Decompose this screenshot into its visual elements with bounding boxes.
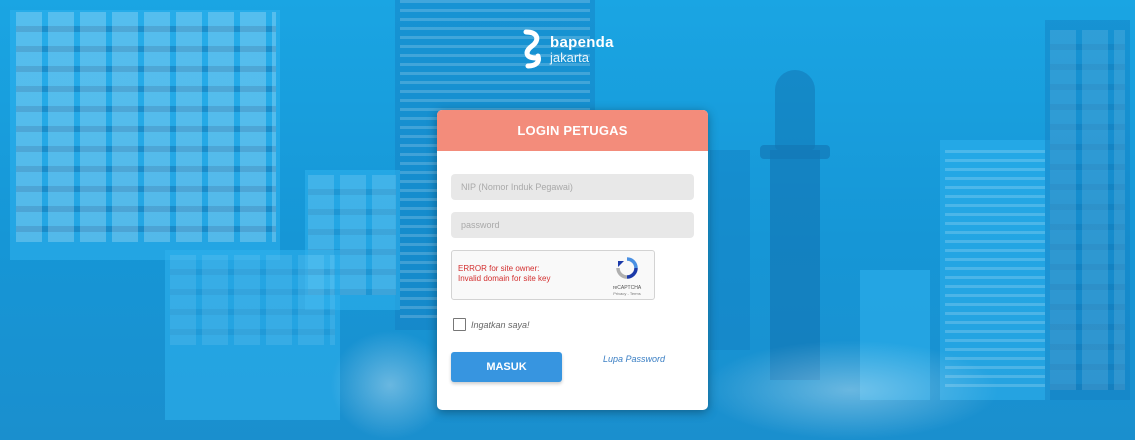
recaptcha-error-line1: ERROR for site owner: bbox=[458, 264, 540, 273]
recaptcha-icon bbox=[616, 257, 638, 279]
brand-logo: bapenda jakarta bbox=[522, 28, 614, 72]
bapenda-logo-icon bbox=[523, 29, 541, 69]
password-input[interactable] bbox=[451, 212, 694, 238]
fountain-left bbox=[330, 330, 450, 440]
remember-checkbox[interactable] bbox=[453, 318, 466, 331]
login-title: LOGIN PETUGAS bbox=[437, 110, 708, 151]
building-right-3-windows bbox=[1050, 30, 1125, 390]
building-right-1 bbox=[710, 150, 750, 350]
remember-me[interactable]: Ingatkan saya! bbox=[453, 318, 530, 331]
fountain-right bbox=[700, 340, 1000, 440]
building-left-windows bbox=[16, 12, 276, 242]
recaptcha-error: ERROR for site owner: Invalid domain for… bbox=[458, 264, 551, 284]
recaptcha-links[interactable]: Privacy - Terms bbox=[606, 291, 648, 296]
forgot-password-link[interactable]: Lupa Password bbox=[603, 354, 665, 364]
building-lower-left-windows bbox=[170, 255, 335, 345]
building-right-2-lines bbox=[945, 150, 1045, 390]
monument-statue bbox=[775, 70, 815, 150]
recaptcha-widget[interactable]: ERROR for site owner: Invalid domain for… bbox=[451, 250, 655, 300]
login-card: LOGIN PETUGAS ERROR for site owner: Inva… bbox=[437, 110, 708, 410]
brand-line2: jakarta bbox=[550, 50, 590, 66]
brand-name: bapenda jakarta bbox=[550, 35, 614, 64]
brand-line1: bapenda bbox=[550, 34, 614, 52]
nip-input[interactable] bbox=[451, 174, 694, 200]
remember-label: Ingatkan saya! bbox=[471, 319, 530, 330]
login-button[interactable]: MASUK bbox=[451, 352, 562, 382]
recaptcha-error-line2: Invalid domain for site key bbox=[458, 274, 551, 283]
recaptcha-logo: reCAPTCHA Privacy - Terms bbox=[606, 257, 648, 296]
